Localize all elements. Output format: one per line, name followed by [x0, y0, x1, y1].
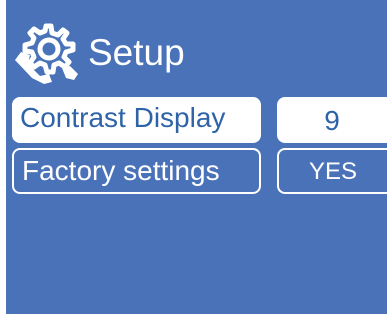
- device-screen: Setup Contrast Display 9 Factory setting…: [0, 0, 387, 314]
- setup-panel: Setup Contrast Display 9 Factory setting…: [6, 0, 387, 314]
- gear-icon: [15, 23, 78, 84]
- header: Setup: [6, 0, 387, 88]
- contrast-value[interactable]: 9: [277, 97, 387, 143]
- menu-item-contrast-display[interactable]: Contrast Display: [12, 97, 261, 143]
- page-title: Setup: [88, 32, 185, 73]
- factory-settings-value[interactable]: YES: [277, 148, 387, 194]
- menu-item-factory-settings[interactable]: Factory settings: [12, 148, 261, 194]
